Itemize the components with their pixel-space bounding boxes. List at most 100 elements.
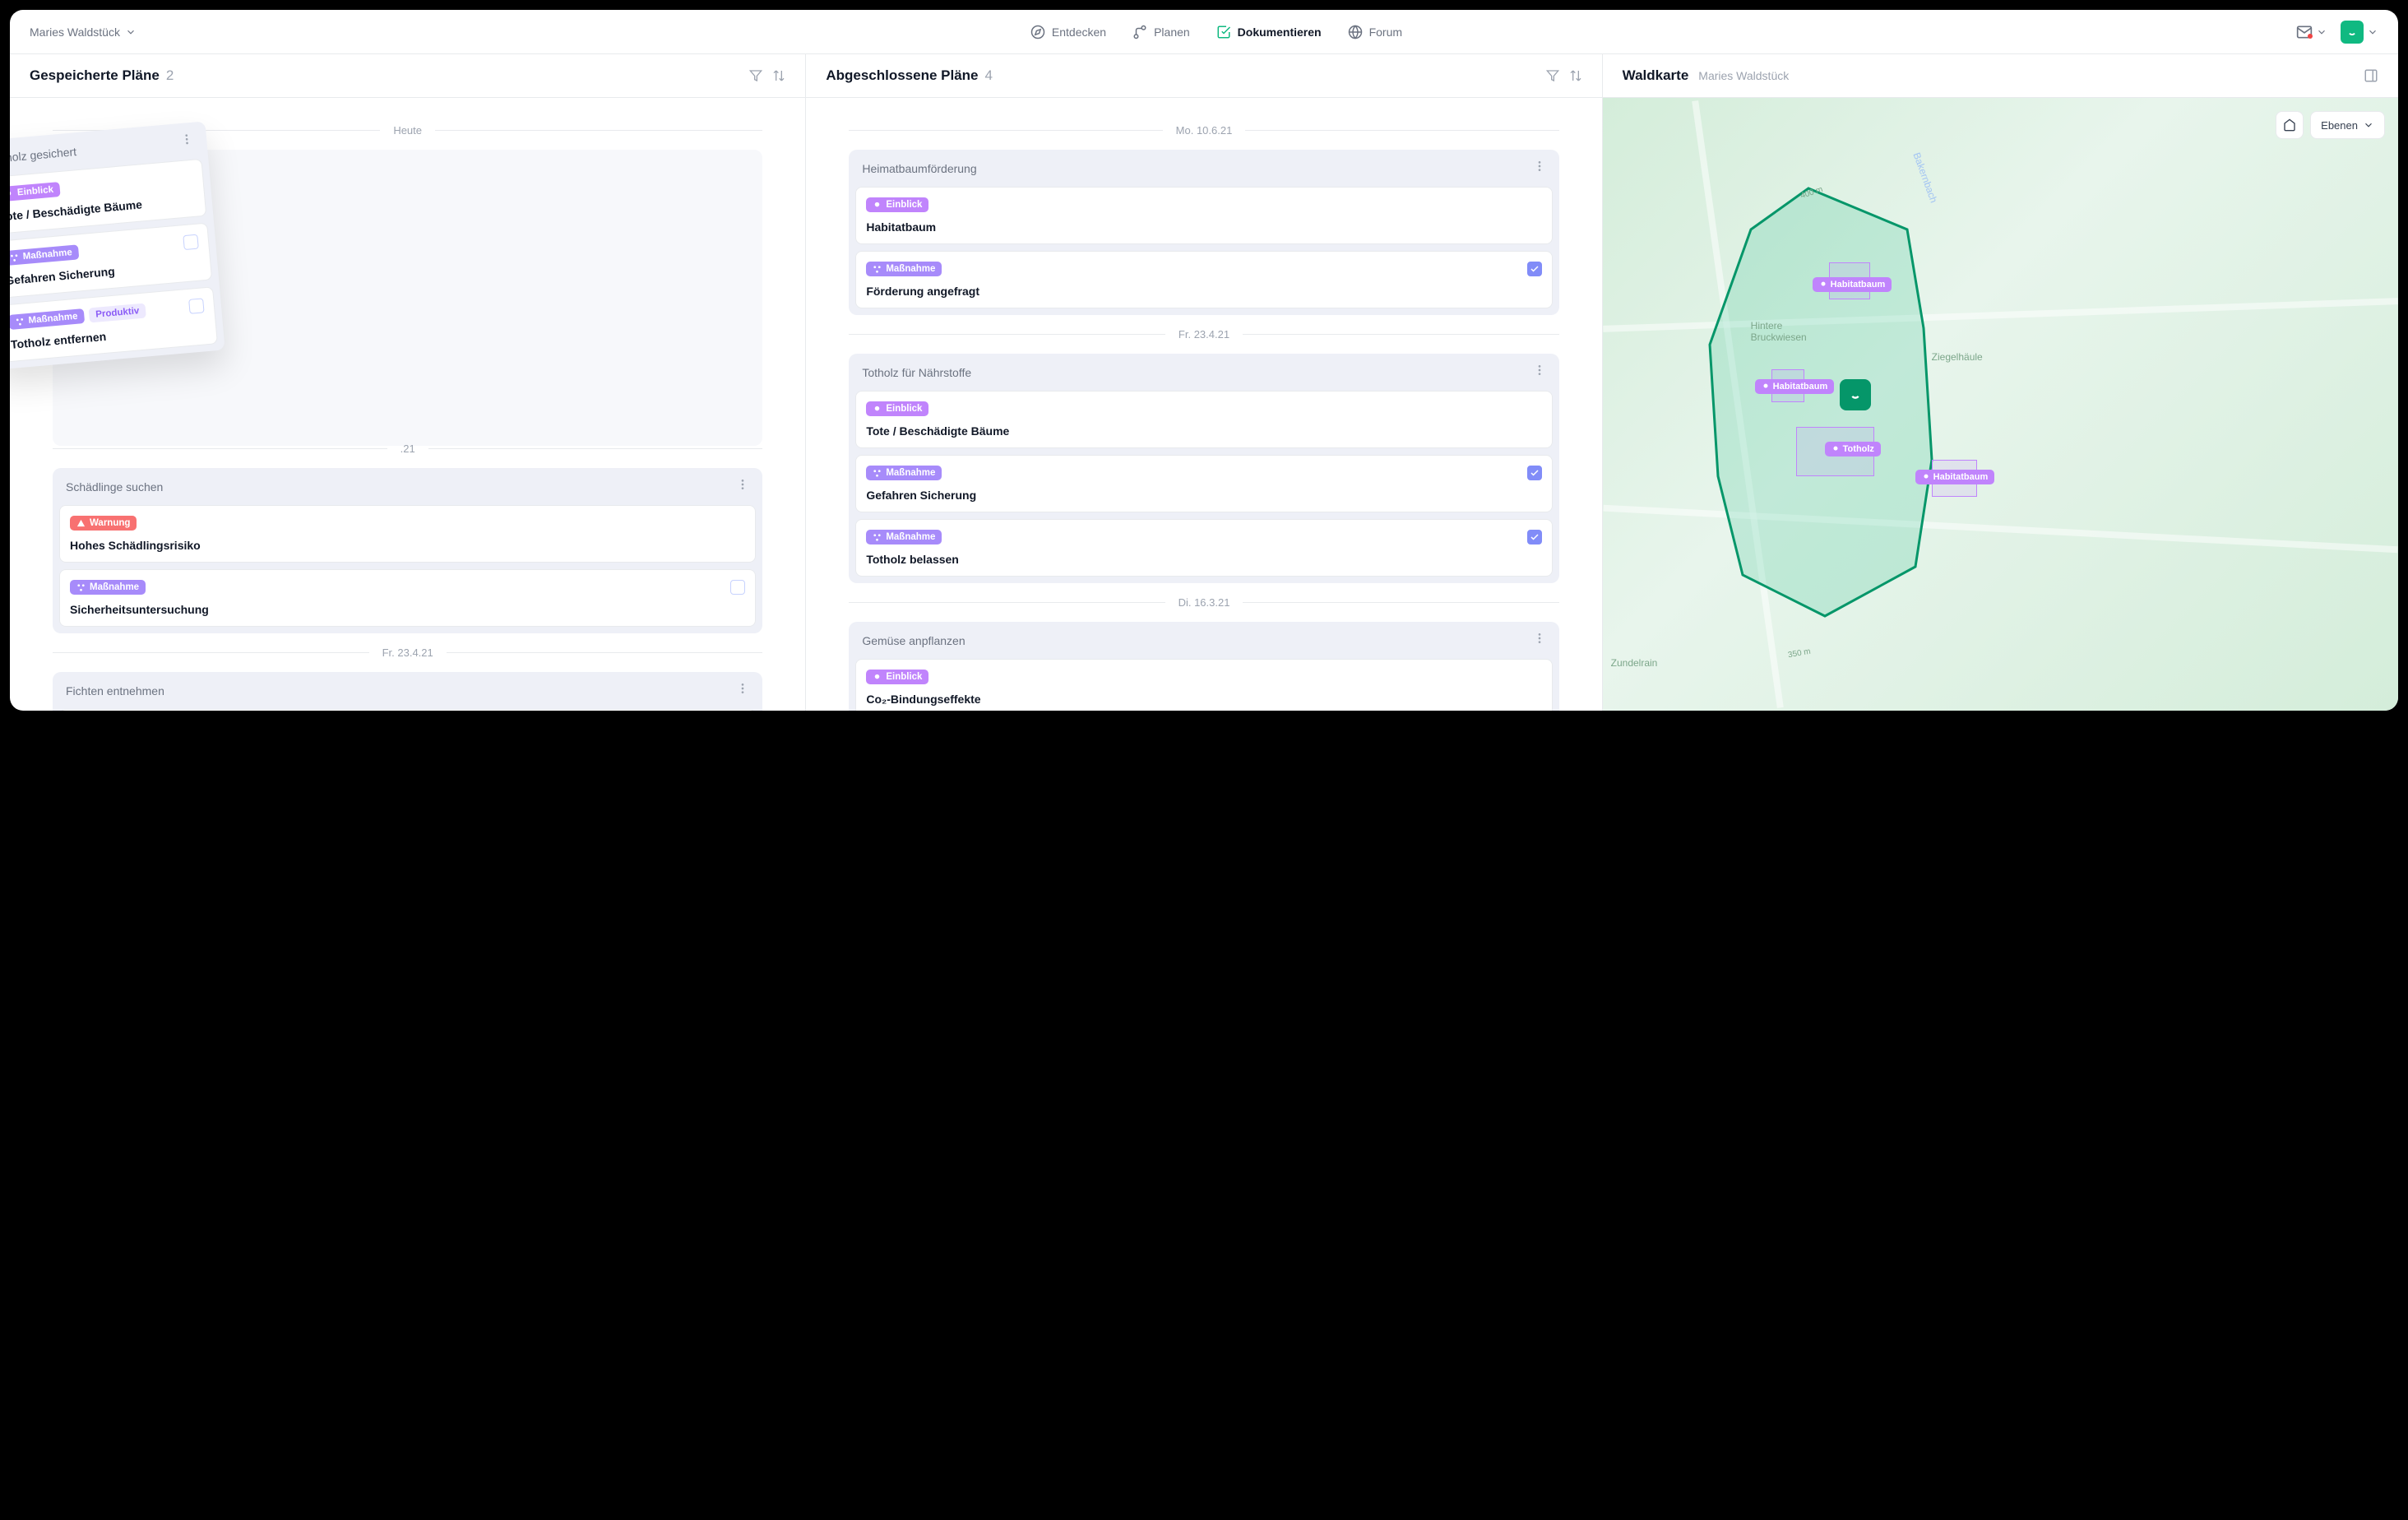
- sort-icon[interactable]: [772, 69, 785, 82]
- massnahme-badge: Maßnahme: [10, 244, 79, 266]
- einblick-badge: Einblick: [866, 197, 928, 212]
- map-controls: Ebenen: [2276, 111, 2385, 139]
- card-title: Totholz für Nährstoffe: [862, 366, 971, 379]
- filter-icon[interactable]: [1546, 69, 1559, 82]
- bulb-icon: [1831, 445, 1840, 453]
- dragged-card[interactable]: Totholz gesichert Einblick Tote / Beschä…: [10, 121, 225, 369]
- bulb-icon: [873, 201, 882, 210]
- sub-card[interactable]: Einblick Habitatbaum: [855, 187, 1552, 244]
- map-tag[interactable]: Habitatbaum: [1915, 470, 1995, 484]
- checkbox-checked[interactable]: [1527, 466, 1542, 480]
- chevron-down-icon: [2363, 119, 2374, 131]
- user-menu[interactable]: [2341, 21, 2378, 44]
- sub-card-text: Hohes Schädlingsrisiko: [70, 539, 745, 552]
- nodes-icon: [873, 265, 882, 274]
- bulb-icon: [10, 189, 14, 199]
- column-title: Abgeschlossene Pläne: [826, 67, 978, 84]
- sub-card[interactable]: Warnung Hohes Schädlingsrisiko: [59, 505, 756, 563]
- sub-card[interactable]: Maßnahme Sicherheitsuntersuchung: [59, 569, 756, 627]
- map-body[interactable]: Habitatbaum Habitatbaum Totholz Habitatb…: [1603, 98, 2398, 711]
- sub-card[interactable]: Maßnahme Produktiv Totholz entfernen: [10, 286, 218, 363]
- nav-plan[interactable]: Planen: [1132, 25, 1190, 39]
- card-title: Fichten entnehmen: [66, 684, 164, 697]
- card-menu[interactable]: [736, 682, 749, 699]
- sub-card-text: Co₂-Bindungseffekte: [866, 693, 1541, 706]
- app-window: Maries Waldstück Entdecken Planen Dokume…: [10, 10, 2398, 711]
- nodes-icon: [873, 469, 882, 478]
- columns: Gespeicherte Pläne 2 Heute Totholz gesic…: [10, 54, 2398, 711]
- chevron-down-icon: [2367, 26, 2378, 38]
- map-home-button[interactable]: [2276, 111, 2304, 139]
- mail-button[interactable]: [2296, 24, 2327, 40]
- column-title: Gespeicherte Pläne: [30, 67, 160, 84]
- map-tag[interactable]: Habitatbaum: [1813, 277, 1892, 292]
- sub-card-text: Habitatbaum: [866, 220, 1541, 234]
- chevron-down-icon: [125, 26, 137, 38]
- card-menu[interactable]: [1533, 160, 1546, 177]
- nav-forum[interactable]: Forum: [1348, 25, 1402, 39]
- card-menu[interactable]: [1533, 364, 1546, 381]
- column-count: 2: [166, 67, 174, 84]
- map-tag[interactable]: Totholz: [1825, 442, 1881, 456]
- column-body: Heute Totholz gesichert Einblick Tote / …: [10, 98, 805, 711]
- nav: Entdecken Planen Dokumentieren Forum: [1030, 25, 1402, 39]
- sub-card[interactable]: Maßnahme Förderung angefragt: [855, 251, 1552, 308]
- avatar: [2341, 21, 2364, 44]
- dots-vertical-icon: [1533, 364, 1546, 377]
- check-square-icon: [1216, 25, 1231, 39]
- card-title: Heimatbaumförderung: [862, 162, 976, 175]
- nodes-icon: [873, 533, 882, 542]
- column-actions: [1546, 69, 1582, 82]
- filter-icon[interactable]: [749, 69, 762, 82]
- checkbox-checked[interactable]: [1527, 262, 1542, 276]
- map-marker[interactable]: [1840, 379, 1871, 410]
- map-place: Zundelrain: [1611, 657, 1658, 669]
- checkbox[interactable]: [730, 580, 745, 595]
- plan-card[interactable]: Fichten entnehmen Einblick: [53, 672, 762, 711]
- column-header: Waldkarte Maries Waldstück: [1603, 54, 2398, 98]
- checkbox-checked[interactable]: [1527, 530, 1542, 545]
- sub-card[interactable]: Maßnahme Totholz belassen: [855, 519, 1552, 577]
- sort-icon[interactable]: [1569, 69, 1582, 82]
- dots-vertical-icon: [736, 682, 749, 695]
- nav-discover[interactable]: Entdecken: [1030, 25, 1106, 39]
- sidebar-icon[interactable]: [2364, 68, 2378, 83]
- card-menu[interactable]: [736, 478, 749, 495]
- column-count: 4: [985, 67, 993, 84]
- column-actions: [2364, 68, 2378, 83]
- checkbox[interactable]: [188, 298, 205, 314]
- column-subtitle: Maries Waldstück: [1698, 69, 1789, 82]
- dots-vertical-icon: [179, 132, 193, 146]
- sub-card[interactable]: Einblick: [59, 709, 756, 711]
- sub-card[interactable]: Maßnahme Gefahren Sicherung: [855, 455, 1552, 512]
- plan-card[interactable]: Schädlinge suchen Warnung Hohes Schädlin…: [53, 468, 762, 633]
- date-divider: .21: [53, 443, 762, 455]
- plan-card[interactable]: Heimatbaumförderung Einblick Habitatbaum…: [849, 150, 1558, 315]
- plan-card[interactable]: Totholz für Nährstoffe Einblick Tote / B…: [849, 354, 1558, 583]
- plan-card[interactable]: Gemüse anpflanzen Einblick Co₂-Bindungse…: [849, 622, 1558, 711]
- route-icon: [1132, 25, 1147, 39]
- map-layers-button[interactable]: Ebenen: [2310, 111, 2385, 139]
- map-place: Hintere Bruckwiesen: [1751, 320, 1817, 343]
- column-actions: [749, 69, 785, 82]
- massnahme-badge: Maßnahme: [70, 580, 146, 595]
- checkbox[interactable]: [183, 234, 199, 251]
- nav-document[interactable]: Dokumentieren: [1216, 25, 1322, 39]
- workspace-selector[interactable]: Maries Waldstück: [30, 25, 137, 39]
- sub-card[interactable]: Einblick Co₂-Bindungseffekte: [855, 659, 1552, 711]
- massnahme-badge: Maßnahme: [866, 466, 942, 480]
- nodes-icon: [76, 583, 86, 592]
- sub-card[interactable]: Einblick Tote / Beschädigte Bäume: [855, 391, 1552, 448]
- check-icon: [1530, 264, 1540, 274]
- card-menu[interactable]: [179, 132, 194, 151]
- map-tag[interactable]: Habitatbaum: [1755, 379, 1835, 394]
- sub-card[interactable]: Maßnahme Gefahren Sicherung: [10, 223, 212, 299]
- sub-card-text: Tote / Beschädigte Bäume: [866, 424, 1541, 438]
- card-menu[interactable]: [1533, 632, 1546, 649]
- notification-dot: [2308, 34, 2313, 39]
- massnahme-badge: Maßnahme: [10, 308, 85, 330]
- column-header: Abgeschlossene Pläne 4: [806, 54, 1601, 98]
- massnahme-badge: Maßnahme: [866, 262, 942, 276]
- dots-vertical-icon: [736, 478, 749, 491]
- home-icon: [2283, 118, 2296, 132]
